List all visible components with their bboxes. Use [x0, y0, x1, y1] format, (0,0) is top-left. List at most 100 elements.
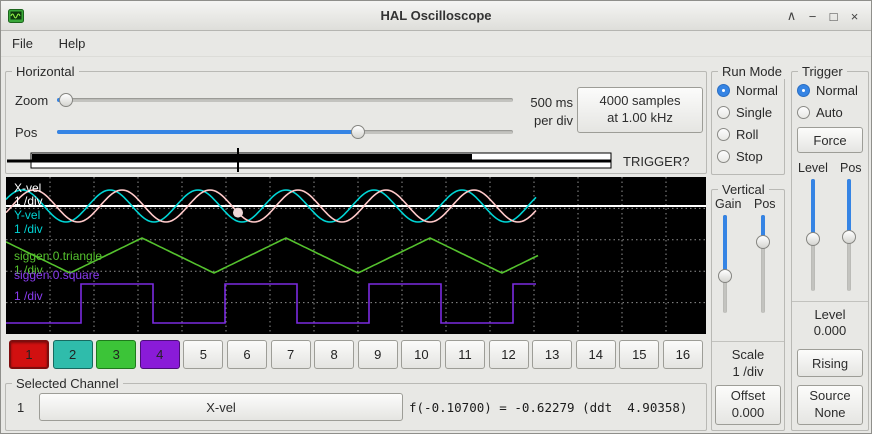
channel-button-7[interactable]: 7 [271, 340, 311, 369]
vertical-pos-slider[interactable] [755, 215, 771, 313]
radio-label: Single [736, 105, 772, 120]
trigger-frame: Trigger [791, 71, 869, 431]
time-per-div-value: 500 ms [509, 94, 573, 112]
selected-channel-number: 1 [17, 400, 24, 415]
scope-channel-scale: 1 /div [14, 222, 43, 236]
scale-value: 1 /div [711, 364, 785, 379]
scope-display[interactable]: X-vel1 /divY-vel1 /divsiggen.0.triangle1… [6, 177, 706, 334]
channel-button-16[interactable]: 16 [663, 340, 703, 369]
offset-value: 0.000 [732, 405, 765, 422]
samples-button[interactable]: 4000 samples at 1.00 kHz [577, 87, 703, 133]
channel-button-13[interactable]: 13 [532, 340, 572, 369]
radio-icon [717, 150, 730, 163]
scope-channel-name: siggen.0.square [14, 268, 99, 282]
menu-help[interactable]: Help [48, 31, 97, 56]
vertical-pos-label: Pos [754, 197, 776, 211]
selected-channel-readout: f(-0.10700) = -0.62279 (ddt 4.90358) [409, 400, 687, 415]
scope-channel-scale: 1 /div [14, 289, 43, 303]
capture-timeline[interactable] [5, 147, 709, 173]
run-mode-frame-label: Run Mode [718, 64, 786, 79]
trace-siggen-square [6, 284, 536, 323]
trigger-pos-slider[interactable] [841, 179, 857, 291]
selected-channel-frame-label: Selected Channel [12, 376, 123, 391]
zoom-label: Zoom [15, 93, 48, 108]
samples-count: 4000 samples [600, 93, 681, 110]
menubar: File Help [1, 31, 871, 57]
scale-label: Scale [711, 347, 785, 362]
radio-label: Auto [816, 105, 843, 120]
trigger-edge-button[interactable]: Rising [797, 349, 863, 377]
run-mode-option-normal[interactable]: Normal [717, 79, 778, 101]
zoom-slider[interactable] [57, 92, 513, 108]
run-mode-option-stop[interactable]: Stop [717, 145, 778, 167]
scope-channel-name: Y-vel [14, 208, 40, 222]
gain-slider-fill [723, 215, 727, 276]
gain-slider[interactable] [717, 215, 733, 313]
trigger-level-slider[interactable] [805, 179, 821, 291]
run-mode-options: Normal Single Roll Stop [717, 79, 778, 167]
time-per-div-unit: per div [509, 112, 573, 130]
trigger-frame-label: Trigger [798, 64, 847, 79]
horizontal-frame-label: Horizontal [12, 64, 79, 79]
force-button[interactable]: Force [797, 127, 863, 153]
channel-button-11[interactable]: 11 [445, 340, 485, 369]
maximize-icon[interactable]: □ [823, 9, 844, 24]
trigger-option-normal[interactable]: Normal [797, 79, 858, 101]
channel-button-14[interactable]: 14 [576, 340, 616, 369]
run-mode-option-roll[interactable]: Roll [717, 123, 778, 145]
trigger-level-slider-handle[interactable] [806, 232, 820, 246]
offset-label: Offset [731, 388, 765, 405]
trigger-pos-slider-handle[interactable] [842, 230, 856, 244]
radio-label: Roll [736, 127, 758, 142]
rollup-icon[interactable]: ∧ [781, 8, 802, 24]
channel-button-12[interactable]: 12 [489, 340, 529, 369]
pos-slider-handle[interactable] [351, 125, 365, 139]
channel-button-8[interactable]: 8 [314, 340, 354, 369]
trigger-option-auto[interactable]: Auto [797, 101, 858, 123]
trigger-options: Normal Auto [797, 79, 858, 123]
pos-slider-fill [57, 130, 358, 134]
offset-button[interactable]: Offset 0.000 [715, 385, 781, 425]
window-title: HAL Oscilloscope [1, 8, 871, 23]
channel-button-4[interactable]: 4 [140, 340, 180, 369]
vertical-frame-label: Vertical [718, 182, 769, 197]
radio-icon [717, 84, 730, 97]
cursor-marker-dot [233, 208, 243, 218]
titlebar: HAL Oscilloscope ∧ − □ × [1, 1, 871, 31]
channel-button-15[interactable]: 15 [619, 340, 659, 369]
radio-label: Stop [736, 149, 763, 164]
channel-button-10[interactable]: 10 [401, 340, 441, 369]
gain-label: Gain [715, 197, 741, 211]
trigger-source-label: Source [809, 388, 850, 405]
run-mode-option-single[interactable]: Single [717, 101, 778, 123]
radio-icon [797, 84, 810, 97]
gain-slider-handle[interactable] [718, 269, 732, 283]
samples-rate: at 1.00 kHz [607, 110, 673, 127]
channel-button-5[interactable]: 5 [183, 340, 223, 369]
trigger-pos-label: Pos [840, 161, 862, 175]
menu-file[interactable]: File [1, 31, 44, 56]
trigger-source-button[interactable]: Source None [797, 385, 863, 425]
channel-button-1[interactable]: 1 [9, 340, 49, 369]
scope-channel-name: X-vel [14, 181, 41, 195]
channel-button-2[interactable]: 2 [53, 340, 93, 369]
channel-button-9[interactable]: 9 [358, 340, 398, 369]
trigger-separator [792, 301, 868, 302]
trigger-level-readout-value: 0.000 [791, 323, 869, 338]
close-icon[interactable]: × [844, 9, 865, 24]
trigger-level-label: Level [798, 161, 828, 175]
window-controls: ∧ − □ × [781, 1, 865, 31]
zoom-slider-handle[interactable] [59, 93, 73, 107]
channel-button-6[interactable]: 6 [227, 340, 267, 369]
trigger-status-label: TRIGGER? [623, 154, 689, 169]
vertical-separator [712, 341, 784, 342]
channel-button-3[interactable]: 3 [96, 340, 136, 369]
time-per-div: 500 ms per div [509, 94, 573, 130]
selected-channel-name-button[interactable]: X-vel [39, 393, 403, 421]
minimize-icon[interactable]: − [802, 9, 823, 24]
radio-icon [717, 128, 730, 141]
vertical-pos-slider-handle[interactable] [756, 235, 770, 249]
radio-label: Normal [816, 83, 858, 98]
horizontal-pos-slider[interactable] [57, 124, 513, 140]
scope-channel-name: siggen.0.triangle [14, 249, 102, 263]
